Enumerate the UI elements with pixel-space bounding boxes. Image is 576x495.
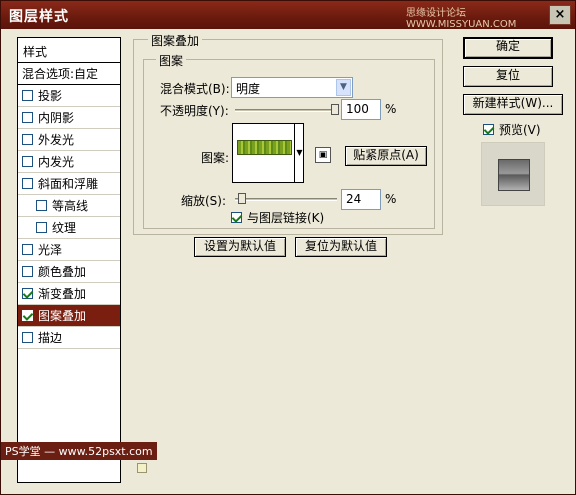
pattern-thumbnail <box>237 140 292 155</box>
scale-label: 缩放(S): <box>181 194 227 208</box>
opacity-percent-sign: % <box>385 102 397 116</box>
style-item-label: 内阴影 <box>38 111 75 125</box>
reset-default-button[interactable]: 复位为默认值 <box>295 237 387 257</box>
style-item-label: 图案叠加 <box>38 309 87 323</box>
opacity-slider-track[interactable] <box>235 109 337 112</box>
preview-option[interactable]: 预览(V) <box>483 121 541 138</box>
style-item-10[interactable]: 图案叠加 <box>18 305 120 327</box>
link-layer-checkbox[interactable] <box>231 212 242 223</box>
footer-watermark: PS学堂 — www.52psxt.com <box>1 442 157 460</box>
resize-grip-icon <box>137 463 147 473</box>
preview-checkbox[interactable] <box>483 124 494 135</box>
scale-percent-sign: % <box>385 192 397 206</box>
style-item-label: 内发光 <box>38 155 75 169</box>
style-item-label: 纹理 <box>52 221 77 235</box>
style-item-0[interactable]: 投影 <box>18 85 120 107</box>
preview-thumbnail <box>498 159 530 191</box>
pattern-picker[interactable]: ▼ <box>232 123 304 183</box>
set-default-button[interactable]: 设置为默认值 <box>194 237 286 257</box>
opacity-label: 不透明度(Y): <box>160 104 229 118</box>
style-item-checkbox[interactable] <box>22 90 33 101</box>
new-preset-icon[interactable]: ▣ <box>315 147 331 163</box>
link-layer-label: 与图层链接(K) <box>247 211 325 225</box>
scale-slider-thumb[interactable] <box>238 193 247 204</box>
style-item-checkbox[interactable] <box>36 222 47 233</box>
style-item-label: 等高线 <box>52 199 89 213</box>
style-item-label: 斜面和浮雕 <box>38 177 99 191</box>
style-item-6[interactable]: 纹理 <box>18 217 120 239</box>
close-button[interactable]: × <box>549 5 571 25</box>
preview-label: 预览(V) <box>499 123 541 137</box>
reset-button[interactable]: 复位 <box>463 66 553 87</box>
blend-mode-select[interactable]: 明度 ▼ <box>231 77 353 98</box>
dialog-body: 样式 混合选项:自定 投影内阴影外发光内发光斜面和浮雕等高线纹理光泽颜色叠加渐变… <box>5 29 571 492</box>
blend-mode-value: 明度 <box>236 82 261 96</box>
style-item-label: 外发光 <box>38 133 75 147</box>
snap-origin-button[interactable]: 贴紧原点(A) <box>345 146 427 166</box>
style-item-label: 颜色叠加 <box>38 265 87 279</box>
blend-mode-label: 混合模式(B): <box>160 82 230 96</box>
opacity-slider-thumb[interactable] <box>331 104 339 115</box>
style-item-1[interactable]: 内阴影 <box>18 107 120 129</box>
layer-style-dialog: 图层样式 思缘设计论坛 WWW.MISSYUAN.COM × 样式 混合选项:自… <box>0 0 576 495</box>
style-item-label: 光泽 <box>38 243 63 257</box>
style-list-header[interactable]: 样式 <box>18 38 120 63</box>
link-layer-option[interactable]: 与图层链接(K) <box>231 209 324 226</box>
pattern-label: 图案: <box>201 151 230 165</box>
ok-button[interactable]: 确定 <box>463 37 553 59</box>
pattern-overlay-title: 图案叠加 <box>148 32 203 49</box>
new-style-button[interactable]: 新建样式(W)... <box>463 94 563 115</box>
scale-input[interactable]: 24 <box>341 189 381 210</box>
style-item-checkbox[interactable] <box>22 266 33 277</box>
pattern-dropdown-arrow-icon[interactable]: ▼ <box>294 124 304 182</box>
style-item-checkbox[interactable] <box>22 178 33 189</box>
title-bar[interactable]: 图层样式 思缘设计论坛 WWW.MISSYUAN.COM × <box>1 1 575 30</box>
style-item-checkbox[interactable] <box>22 134 33 145</box>
style-item-label: 投影 <box>38 89 63 103</box>
style-item-2[interactable]: 外发光 <box>18 129 120 151</box>
blend-options-item[interactable]: 混合选项:自定 <box>18 63 120 85</box>
style-item-4[interactable]: 斜面和浮雕 <box>18 173 120 195</box>
style-item-8[interactable]: 颜色叠加 <box>18 261 120 283</box>
chevron-down-icon[interactable]: ▼ <box>336 79 351 96</box>
style-item-checkbox[interactable] <box>22 288 33 299</box>
blend-options-label: 混合选项:自定 <box>22 67 99 81</box>
style-item-7[interactable]: 光泽 <box>18 239 120 261</box>
style-preview <box>481 142 545 206</box>
style-item-9[interactable]: 渐变叠加 <box>18 283 120 305</box>
style-item-checkbox[interactable] <box>22 156 33 167</box>
style-item-label: 渐变叠加 <box>38 287 87 301</box>
style-item-checkbox[interactable] <box>22 332 33 343</box>
style-item-checkbox[interactable] <box>22 310 33 321</box>
window-title: 图层样式 <box>9 9 69 25</box>
style-item-5[interactable]: 等高线 <box>18 195 120 217</box>
style-list: 样式 混合选项:自定 投影内阴影外发光内发光斜面和浮雕等高线纹理光泽颜色叠加渐变… <box>17 37 121 483</box>
pattern-subgroup-title: 图案 <box>156 52 187 69</box>
style-items: 投影内阴影外发光内发光斜面和浮雕等高线纹理光泽颜色叠加渐变叠加图案叠加描边 <box>18 85 120 349</box>
scale-slider-track[interactable] <box>235 198 337 201</box>
style-item-checkbox[interactable] <box>22 244 33 255</box>
style-item-label: 描边 <box>38 331 63 345</box>
opacity-input[interactable]: 100 <box>341 99 381 120</box>
style-item-11[interactable]: 描边 <box>18 327 120 349</box>
style-item-checkbox[interactable] <box>22 112 33 123</box>
style-item-checkbox[interactable] <box>36 200 47 211</box>
style-item-3[interactable]: 内发光 <box>18 151 120 173</box>
